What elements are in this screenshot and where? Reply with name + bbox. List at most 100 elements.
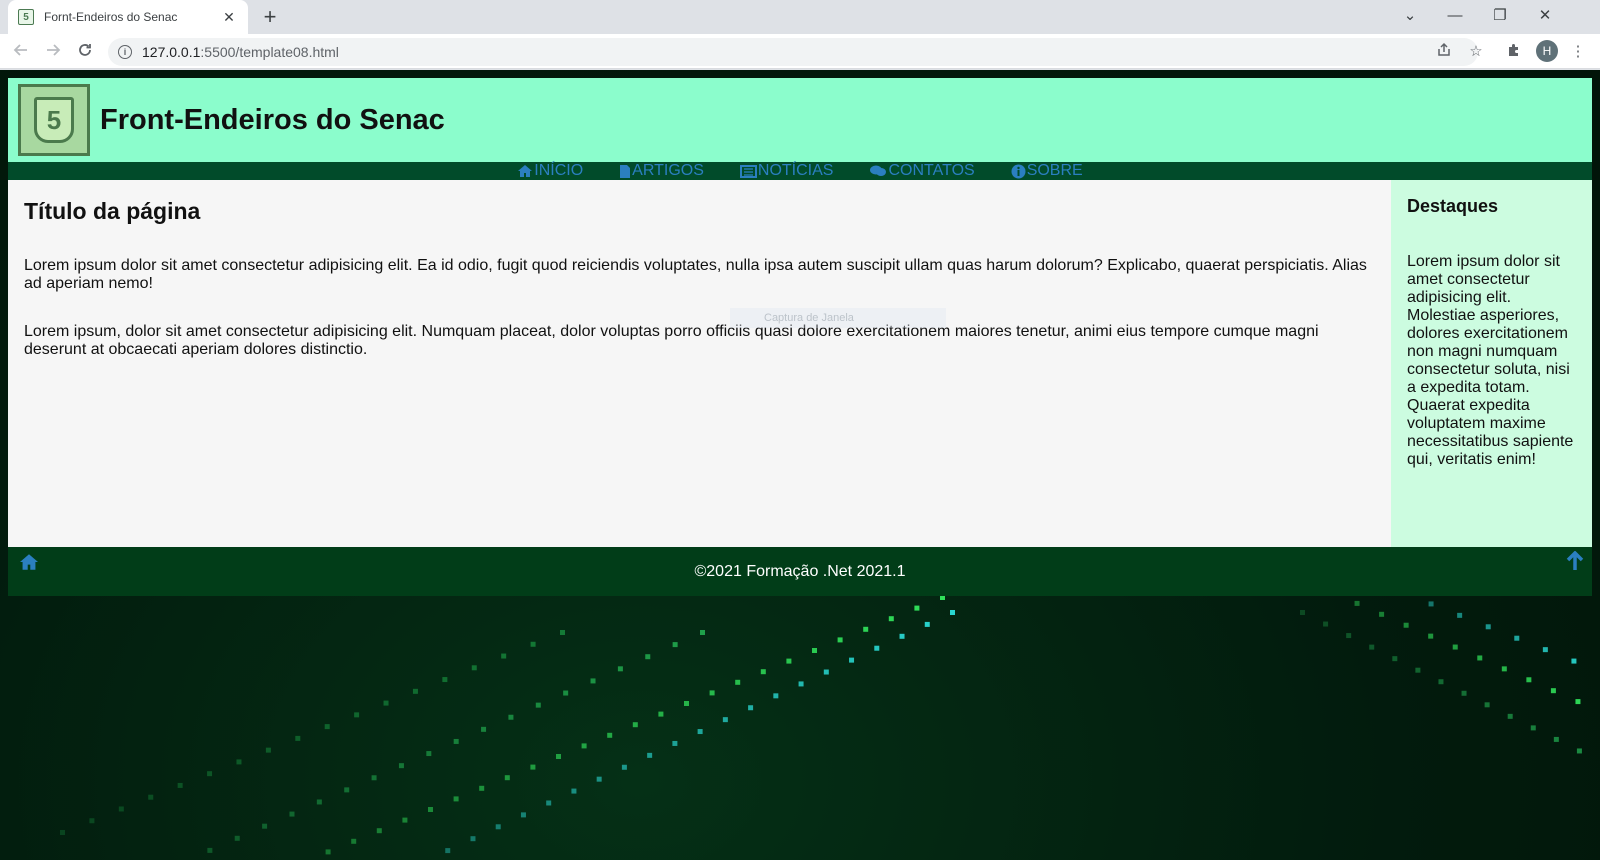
- html5-shield-icon: 5: [34, 97, 74, 143]
- background-dot: [60, 830, 65, 835]
- background-dot: [289, 811, 295, 817]
- nav-item-artigos[interactable]: ARTIGOS: [619, 162, 704, 180]
- profile-avatar[interactable]: H: [1536, 40, 1558, 62]
- site-info-icon[interactable]: i: [118, 45, 132, 59]
- background-dot: [265, 747, 271, 753]
- reload-button[interactable]: [72, 39, 98, 65]
- background-dot: [508, 714, 514, 720]
- paragraph: Lorem ipsum, dolor sit amet consectetur …: [24, 323, 1319, 358]
- background-dot: [89, 818, 95, 824]
- forward-button[interactable]: [40, 39, 66, 65]
- back-button[interactable]: [8, 39, 34, 65]
- background-dot: [563, 690, 569, 696]
- minimize-button[interactable]: —: [1437, 3, 1473, 29]
- background-dot: [700, 630, 705, 635]
- nav-item-noticias[interactable]: NOTÍCIAS: [739, 162, 833, 180]
- background-dot: [812, 648, 817, 653]
- arrow-right-icon: [47, 44, 61, 56]
- site-footer: ©2021 Formação .Net 2021.1: [8, 547, 1592, 596]
- back-to-top-link[interactable]: [1566, 550, 1584, 577]
- background-dot: [344, 787, 350, 793]
- background-dot: [295, 735, 301, 741]
- background-dot: [684, 701, 689, 706]
- background-dot: [748, 705, 754, 711]
- new-tab-button[interactable]: +: [258, 4, 282, 30]
- background-dot: [546, 800, 552, 806]
- background-dot: [1553, 736, 1559, 742]
- nav-item-inicio[interactable]: INÍCIO: [517, 162, 583, 180]
- background-dot: [470, 836, 476, 842]
- background-dot: [351, 838, 357, 844]
- nav-item-label: CONTATOS: [888, 162, 975, 179]
- background-dot: [471, 665, 477, 671]
- background-dot: [453, 738, 459, 744]
- background-dot: [236, 759, 242, 765]
- background-dot: [837, 637, 843, 643]
- browser-menu-icon[interactable]: ⋮: [1568, 42, 1588, 62]
- background-dot: [1438, 679, 1444, 685]
- nav-item-sobre[interactable]: SOBRE: [1011, 162, 1083, 180]
- background-dot: [1452, 644, 1458, 650]
- close-tab-icon[interactable]: ✕: [220, 9, 238, 26]
- background-dot: [735, 679, 741, 685]
- reload-icon: [79, 44, 91, 56]
- background-dot: [1392, 656, 1398, 662]
- comments-icon: [870, 165, 887, 176]
- background-dot: [177, 782, 183, 788]
- extensions-puzzle-icon[interactable]: [1504, 42, 1524, 62]
- background-dot: [1300, 610, 1305, 615]
- background-dot: [823, 669, 829, 675]
- background-dot: [398, 763, 404, 769]
- background-dot: [1369, 644, 1375, 650]
- restore-button[interactable]: ❐: [1482, 3, 1518, 29]
- background-dot: [118, 806, 124, 812]
- background-dot: [376, 828, 382, 834]
- background-dot: [760, 669, 766, 675]
- tab-search-button[interactable]: ⌄: [1392, 3, 1428, 29]
- footer-home-link[interactable]: [18, 553, 40, 577]
- nav-item-label: SOBRE: [1026, 162, 1083, 179]
- background-dot: [950, 610, 955, 615]
- background-dot: [924, 621, 930, 627]
- background-dot: [1428, 633, 1434, 639]
- background-dot: [445, 848, 451, 854]
- background-dot: [590, 678, 596, 684]
- background-dot: [234, 835, 240, 841]
- address-bar[interactable]: i 127.0.0.1:5500/template08.html: [108, 38, 1478, 66]
- nav-item-contatos[interactable]: CONTATOS: [869, 162, 975, 180]
- nav-item-label: ARTIGOS: [632, 162, 704, 179]
- background-dot: [1346, 633, 1352, 639]
- site-header: 5 Front-Endeiros do Senac: [8, 78, 1592, 162]
- share-icon[interactable]: [1434, 42, 1454, 62]
- background-dot: [1575, 699, 1581, 705]
- close-window-button[interactable]: ✕: [1527, 3, 1563, 29]
- background-dot: [697, 729, 703, 735]
- arrow-up-icon: [1566, 550, 1584, 570]
- browser-tab[interactable]: 5 Fornt-Endeiros do Senac ✕: [8, 0, 248, 34]
- background-dot: [672, 740, 678, 746]
- background-dot: [1526, 677, 1532, 683]
- background-dot: [148, 794, 154, 800]
- background-dot: [442, 677, 448, 683]
- background-dot: [1542, 647, 1548, 653]
- background-dot: [412, 688, 418, 694]
- url-text: 127.0.0.1:5500/template08.html: [142, 44, 339, 60]
- background-dot: [709, 690, 715, 696]
- background-dot: [1501, 666, 1507, 672]
- main-content: Título da página Lorem ipsum dolor sit a…: [8, 180, 1391, 547]
- background-dot: [647, 752, 653, 758]
- background-dot: [1457, 612, 1463, 618]
- background-dot: [383, 700, 389, 706]
- background-dot: [207, 771, 213, 777]
- background-dot: [1571, 658, 1577, 664]
- home-icon: [20, 554, 38, 570]
- background-dot: [479, 785, 485, 791]
- sidebar-text: Lorem ipsum dolor sit amet consectetur a…: [1407, 253, 1574, 468]
- background-dot: [556, 754, 561, 759]
- background-dot: [453, 796, 459, 802]
- background-dot: [1415, 667, 1421, 673]
- background-dot: [786, 658, 792, 664]
- background-dot: [428, 807, 433, 812]
- background-dot: [1485, 624, 1491, 630]
- bookmark-star-icon[interactable]: ☆: [1466, 42, 1486, 62]
